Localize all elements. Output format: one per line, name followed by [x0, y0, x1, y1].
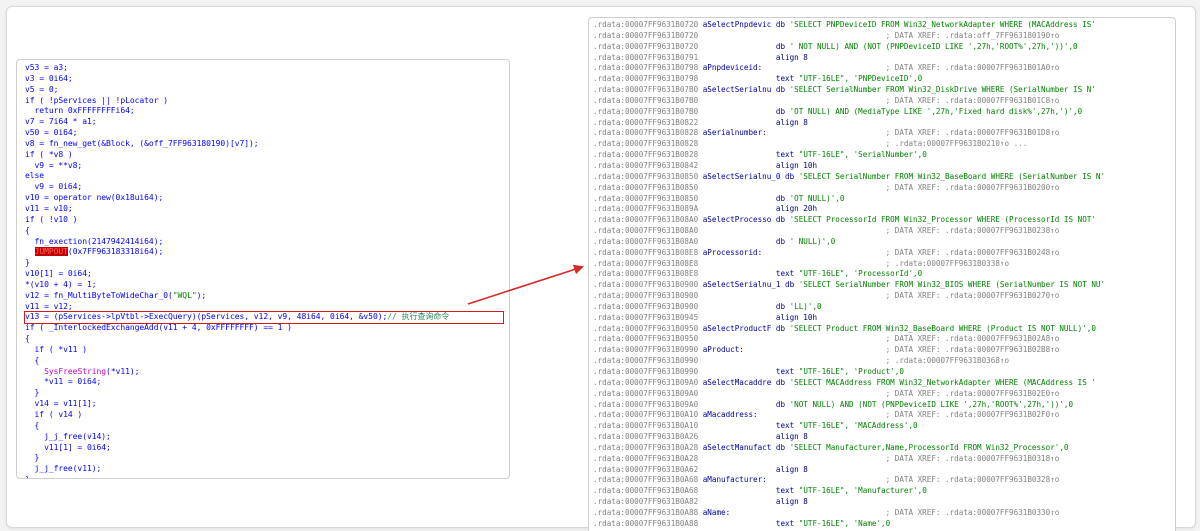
code-line[interactable]: if ( _InterlockedExchangeAdd(v11 + 4, 0x…	[25, 323, 503, 334]
code-line[interactable]: v11[1] = 0i64;	[25, 443, 503, 454]
disasm-line[interactable]: .rdata:00007FF9631B0900 aSelectSerialnu_…	[593, 280, 1173, 291]
code-line[interactable]: }	[25, 453, 503, 464]
disasm-line[interactable]: .rdata:00007FF9631B089A align 20h	[593, 204, 1173, 215]
code-line[interactable]: }	[25, 258, 503, 269]
disasm-line[interactable]: .rdata:00007FF9631B0990 ; .rdata:00007FF…	[593, 356, 1173, 367]
disasm-line[interactable]: .rdata:00007FF9631B08E8 text "UTF-16LE",…	[593, 269, 1173, 280]
disasm-line[interactable]: .rdata:00007FF9631B07B0 ; DATA XREF: .rd…	[593, 96, 1173, 107]
disasm-line[interactable]: .rdata:00007FF9631B08E8 ; .rdata:00007FF…	[593, 259, 1173, 270]
exec-query-line[interactable]: v13 = (pServices->lpVtbl->ExecQuery)(pSe…	[24, 311, 504, 325]
disasm-line[interactable]: .rdata:00007FF9631B0850 ; DATA XREF: .rd…	[593, 183, 1173, 194]
disasm-line[interactable]: .rdata:00007FF9631B0900 db 'LL)',0	[593, 302, 1173, 313]
code-line[interactable]: if ( !v10 )	[25, 215, 503, 226]
disasm-line[interactable]: .rdata:00007FF9631B0850 aSelectSerialnu_…	[593, 172, 1173, 183]
code-line[interactable]: if ( *v8 )	[25, 150, 503, 161]
disasm-line[interactable]: .rdata:00007FF9631B08E8 aProcessorid: ; …	[593, 248, 1173, 259]
exec-query-comment: // 执行查询命令	[387, 312, 450, 322]
code-line[interactable]: v3 = 0i64;	[25, 74, 503, 85]
code-line[interactable]: j_j_free(v14);	[25, 432, 503, 443]
disasm-line[interactable]: .rdata:00007FF9631B0A28 ; DATA XREF: .rd…	[593, 454, 1173, 465]
disasm-line[interactable]: .rdata:00007FF9631B0828 aSerialnumber: ;…	[593, 128, 1173, 139]
disasm-line[interactable]: .rdata:00007FF9631B0850 db 'OT NULL)',0	[593, 194, 1173, 205]
disasm-line[interactable]: .rdata:00007FF9631B0950 ; DATA XREF: .rd…	[593, 334, 1173, 345]
code-line[interactable]: {	[25, 421, 503, 432]
code-line[interactable]: v8 = fn_new_get(&Block, (&off_7FF9631801…	[25, 139, 503, 150]
code-line[interactable]: }	[25, 388, 503, 399]
disasm-line[interactable]: .rdata:00007FF9631B0990 text "UTF-16LE",…	[593, 367, 1173, 378]
disasm-line[interactable]: .rdata:00007FF9631B0828 text "UTF-16LE",…	[593, 150, 1173, 161]
code-line[interactable]: v10 = operator new(0x18ui64);	[25, 193, 503, 204]
code-line[interactable]: v9 = 0i64;	[25, 182, 503, 193]
disasm-line[interactable]: .rdata:00007FF9631B09A0 aSelectMacaddre …	[593, 378, 1173, 389]
code-line[interactable]: *(v10 + 4) = 1;	[25, 280, 503, 291]
disasm-line[interactable]: .rdata:00007FF9631B0720 db ' NOT NULL) A…	[593, 42, 1173, 53]
code-line[interactable]: fn_exection(2147942414i64);	[25, 237, 503, 248]
disasm-line[interactable]: .rdata:00007FF9631B07B0 aSelectSerialnu …	[593, 85, 1173, 96]
disasm-line[interactable]: .rdata:00007FF9631B0A88 aName: ; DATA XR…	[593, 508, 1173, 519]
disasm-line[interactable]: .rdata:00007FF9631B0950 aSelectProductF …	[593, 324, 1173, 335]
disasm-line[interactable]: .rdata:00007FF9631B0798 text "UTF-16LE",…	[593, 74, 1173, 85]
disasm-line[interactable]: .rdata:00007FF9631B0798 aPnpdeviceid: ; …	[593, 63, 1173, 74]
code-line[interactable]: }	[25, 475, 503, 478]
disasm-line[interactable]: .rdata:00007FF9631B0A68 aManufacturer: ;…	[593, 475, 1173, 486]
disassembly-panel[interactable]: .rdata:00007FF9631B0720 aSelectPnpdevic …	[588, 17, 1176, 531]
pseudocode-view[interactable]: v53 = a3; v3 = 0i64; v5 = 0; if ( !pService…	[24, 63, 504, 478]
code-line[interactable]: if ( v14 )	[25, 410, 503, 421]
disasm-line[interactable]: .rdata:00007FF9631B0720 aSelectPnpdevic …	[593, 20, 1173, 31]
disasm-line[interactable]: .rdata:00007FF9631B0842 align 10h	[593, 161, 1173, 172]
code-line[interactable]: v12 = fn_MultiByteToWideChar_0("WQL");	[25, 291, 503, 302]
code-line[interactable]: if ( !pServices || !pLocator )	[25, 96, 503, 107]
disasm-line[interactable]: .rdata:00007FF9631B0990 aProduct: ; DATA…	[593, 345, 1173, 356]
disasm-line[interactable]: .rdata:00007FF9631B0720 ; DATA XREF: .rd…	[593, 31, 1173, 42]
code-line[interactable]: SysFreeString(*v11);	[25, 367, 503, 378]
disasm-line[interactable]: .rdata:00007FF9631B0791 align 8	[593, 53, 1173, 64]
disasm-line[interactable]: .rdata:00007FF9631B0822 align 8	[593, 118, 1173, 129]
code-line[interactable]: {	[25, 356, 503, 367]
code-line[interactable]: return 0xFFFFFFFFi64;	[25, 106, 503, 117]
code-line[interactable]: v5 = 0;	[25, 85, 503, 96]
disasm-line[interactable]: .rdata:00007FF9631B0A88 text "UTF-16LE",…	[593, 519, 1173, 530]
disasm-line[interactable]: .rdata:00007FF9631B08A0 db ' NULL)',0	[593, 237, 1173, 248]
disasm-line[interactable]: .rdata:00007FF9631B0A82 align 8	[593, 497, 1173, 508]
disasm-line[interactable]: .rdata:00007FF9631B08A0 ; DATA XREF: .rd…	[593, 226, 1173, 237]
disasm-line[interactable]: .rdata:00007FF9631B0900 ; DATA XREF: .rd…	[593, 291, 1173, 302]
code-line[interactable]: v9 = **v8;	[25, 161, 503, 172]
disasm-line[interactable]: .rdata:00007FF9631B0A28 aSelectManufact …	[593, 443, 1173, 454]
code-line[interactable]: v11 = v12;	[25, 302, 503, 313]
disasm-line[interactable]: .rdata:00007FF9631B08A0 aSelectProcesso …	[593, 215, 1173, 226]
decompiled-code-panel[interactable]: v53 = a3; v3 = 0i64; v5 = 0; if ( !pService…	[16, 59, 510, 479]
code-line[interactable]: v11 = v10;	[25, 204, 503, 215]
code-line[interactable]: v50 = 0i64;	[25, 128, 503, 139]
jumpout-highlight: JUMPOUT	[34, 247, 68, 257]
code-line[interactable]: {	[25, 226, 503, 237]
disasm-line[interactable]: .rdata:00007FF9631B0A62 align 8	[593, 465, 1173, 476]
code-line[interactable]: v10[1] = 0i64;	[25, 269, 503, 280]
disasm-line[interactable]: .rdata:00007FF9631B0A26 align 8	[593, 432, 1173, 443]
rdata-listing[interactable]: .rdata:00007FF9631B0720 aSelectPnpdevic …	[593, 20, 1173, 531]
disasm-line[interactable]: .rdata:00007FF9631B0828 ; .rdata:00007FF…	[593, 139, 1173, 150]
code-line[interactable]: if ( *v11 )	[25, 345, 503, 356]
code-line[interactable]: else	[25, 171, 503, 182]
disasm-line[interactable]: .rdata:00007FF9631B0945 align 10h	[593, 313, 1173, 324]
disasm-line[interactable]: .rdata:00007FF9631B09A0 ; DATA XREF: .rd…	[593, 389, 1173, 400]
code-line[interactable]: {	[25, 334, 503, 345]
disasm-line[interactable]: .rdata:00007FF9631B07B0 db 'OT NULL) AND…	[593, 107, 1173, 118]
code-line[interactable]: JUMPOUT(0x7FF963183318i64);	[25, 247, 503, 258]
code-line[interactable]: v7 = 7i64 * a1;	[25, 117, 503, 128]
code-line[interactable]: v14 = v11[1];	[25, 399, 503, 410]
disasm-line[interactable]: .rdata:00007FF9631B09A0 db 'NOT NULL) AN…	[593, 400, 1173, 411]
code-line[interactable]: *v11 = 0i64;	[25, 377, 503, 388]
disasm-line[interactable]: .rdata:00007FF9631B0A10 aMacaddress: ; D…	[593, 410, 1173, 421]
code-line[interactable]: v53 = a3;	[25, 63, 503, 74]
disasm-line[interactable]: .rdata:00007FF9631B0A10 text "UTF-16LE",…	[593, 421, 1173, 432]
code-line[interactable]: j_j_free(v11);	[25, 464, 503, 475]
disasm-line[interactable]: .rdata:00007FF9631B0A68 text "UTF-16LE",…	[593, 486, 1173, 497]
